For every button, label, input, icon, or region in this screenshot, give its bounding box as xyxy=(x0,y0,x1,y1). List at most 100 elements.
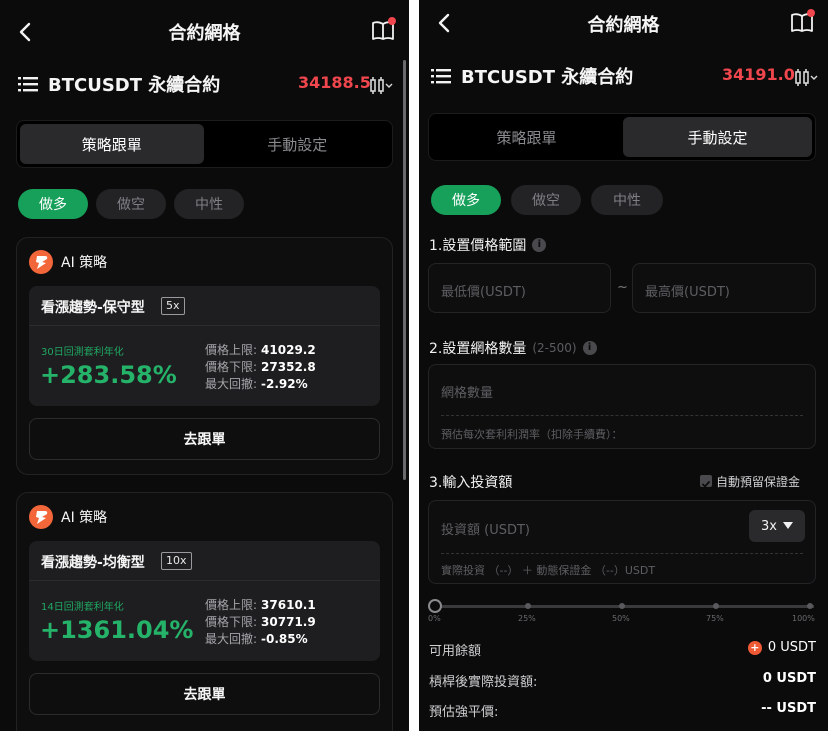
annualized-return: +283.58% xyxy=(40,361,177,389)
chip-neutral[interactable]: 中性 xyxy=(174,189,244,219)
ai-strategy-header: AI 策略 xyxy=(29,250,107,274)
slider-handle[interactable] xyxy=(428,599,442,613)
strategy-summary[interactable]: 看漲趨勢-保守型 5x 30日回測套利年化 +283.58% 價格上限: 4102… xyxy=(29,286,380,406)
slider-stop[interactable] xyxy=(619,603,625,609)
liquidation-price-label: 預估強平價: xyxy=(429,705,499,720)
ai-strategy-header: AI 策略 xyxy=(29,505,107,529)
max-drawdown-value: -0.85% xyxy=(261,632,308,646)
auto-reserve-label[interactable]: 自動預留保證金 xyxy=(716,473,800,490)
investment-input[interactable]: 投資額 (USDT) 3x 實際投資 （--） ＋ 動態保證金 （--）USDT xyxy=(428,500,816,584)
slider-tick-label: 100% xyxy=(792,614,815,623)
available-balance: + 0 USDT xyxy=(747,640,816,655)
divider xyxy=(441,415,803,416)
tab-manual-setup[interactable]: 手動設定 xyxy=(206,124,390,164)
backtest-period: 30日回測套利年化 xyxy=(41,347,124,358)
ai-logo-icon xyxy=(29,505,53,529)
strategy-card: AI 策略 看漲趨勢-保守型 5x 30日回測套利年化 +283.58% 價格上… xyxy=(16,237,393,475)
strategy-summary[interactable]: 看漲趨勢-均衡型 10x 14日回測套利年化 +1361.04% 價格上限: 37… xyxy=(29,541,380,661)
kline-chart-icon[interactable] xyxy=(369,75,393,95)
mode-tabs: 策略跟單 手動設定 xyxy=(16,120,393,168)
follow-button[interactable]: 去跟單 xyxy=(29,673,380,715)
strategy-copy-screen: 合約網格 BTCUSDT 永續合約 34188.5 策略跟單 手動設定 做多 做… xyxy=(0,0,409,731)
slider-stop[interactable] xyxy=(807,603,813,609)
transfer-plus-icon[interactable]: + xyxy=(747,640,762,655)
annualized-return: +1361.04% xyxy=(40,616,194,644)
chip-short[interactable]: 做空 xyxy=(511,185,581,215)
min-price-placeholder: 最低價(USDT) xyxy=(441,285,526,300)
tab-strategy-copy[interactable]: 策略跟單 xyxy=(432,117,621,157)
grid-count-range: (2-500) xyxy=(532,341,577,355)
ai-logo-icon xyxy=(29,250,53,274)
chip-long[interactable]: 做多 xyxy=(431,185,501,215)
max-drawdown-label: 最大回撤: xyxy=(205,377,258,391)
leveraged-investment-row: 槓桿後實際投資額: 0 USDT xyxy=(429,671,816,691)
max-drawdown-value: -2.92% xyxy=(261,377,308,391)
upper-price-label: 價格上限: xyxy=(205,343,258,357)
slider-tick-label: 0% xyxy=(428,614,441,623)
follow-button[interactable]: 去跟單 xyxy=(29,418,380,460)
info-icon[interactable]: i xyxy=(532,238,547,252)
price-range-section-title: 1.設置價格範圍 i xyxy=(429,235,547,255)
page-title: 合約網格 xyxy=(587,15,660,36)
lower-price-label: 價格下限: xyxy=(205,360,258,374)
slider-tick-label: 50% xyxy=(612,614,630,623)
page-title: 合約網格 xyxy=(168,23,241,44)
slider-stop[interactable] xyxy=(713,603,719,609)
lower-price-label: 價格下限: xyxy=(205,615,258,629)
strategy-name: 看漲趨勢-均衡型 xyxy=(41,555,145,571)
top-nav: 合約網格 xyxy=(0,0,409,62)
grid-count-placeholder: 網格數量 xyxy=(441,386,494,401)
tab-manual-setup[interactable]: 手動設定 xyxy=(623,117,812,157)
symbol-bar: BTCUSDT 永續合約 34188.5 xyxy=(0,67,409,103)
leverage-selector[interactable]: 3x xyxy=(749,510,805,542)
top-nav: 合約網格 xyxy=(419,0,828,62)
lower-price-value: 27352.8 xyxy=(261,360,316,374)
chip-long[interactable]: 做多 xyxy=(18,189,88,219)
strategy-stats: 價格上限: 37610.1 價格下限: 30771.9 最大回撤: -0.85% xyxy=(205,597,316,648)
slider-stop[interactable] xyxy=(525,603,531,609)
tab-strategy-copy[interactable]: 策略跟單 xyxy=(20,124,204,164)
last-price: 34188.5 xyxy=(298,73,371,92)
slider-tick-label: 25% xyxy=(518,614,536,623)
grid-count-label: 2.設置網格數量 xyxy=(429,341,527,357)
liquidation-price-row: 預估強平價: -- USDT xyxy=(429,701,816,721)
max-drawdown-label: 最大回撤: xyxy=(205,632,258,646)
max-price-input[interactable]: 最高價(USDT) xyxy=(632,263,816,313)
backtest-period: 14日回測套利年化 xyxy=(41,602,124,613)
kline-chart-icon[interactable] xyxy=(794,67,818,87)
liquidation-price-value: -- USDT xyxy=(761,701,816,716)
leveraged-investment-label: 槓桿後實際投資額: xyxy=(429,675,538,690)
grid-count-input[interactable]: 網格數量 預估每次套利利潤率（扣除手續費）： xyxy=(428,364,816,449)
strategy-name: 看漲趨勢-保守型 xyxy=(41,300,145,316)
caret-down-icon xyxy=(782,522,793,529)
min-price-input[interactable]: 最低價(USDT) xyxy=(428,263,611,313)
mode-tabs: 策略跟單 手動設定 xyxy=(428,113,816,161)
guide-book-icon[interactable] xyxy=(369,16,397,44)
auto-reserve-checkbox[interactable] xyxy=(700,475,712,488)
grid-count-section-title: 2.設置網格數量 (2-500) i xyxy=(429,338,597,358)
profit-rate-estimate: 預估每次套利利潤率（扣除手續費）： xyxy=(441,428,623,441)
symbol-name[interactable]: BTCUSDT 永續合約 xyxy=(461,63,633,89)
leveraged-investment-value: 0 USDT xyxy=(762,671,816,686)
strategy-card: AI 策略 看漲趨勢-均衡型 10x 14日回測套利年化 +1361.04% 價… xyxy=(16,492,393,731)
strategy-header: 看漲趨勢-保守型 5x xyxy=(29,286,380,326)
upper-price-label: 價格上限: xyxy=(205,598,258,612)
available-balance-label: 可用餘額 xyxy=(429,644,482,659)
manual-setup-screen: 合約網格 BTCUSDT 永續合約 34191.0 策略跟單 手動設定 做多 做… xyxy=(419,0,828,731)
last-price: 34191.0 xyxy=(722,65,795,84)
strategy-stats: 價格上限: 41029.2 價格下限: 27352.8 最大回撤: -2.92% xyxy=(205,342,316,393)
chip-neutral[interactable]: 中性 xyxy=(591,185,663,215)
ai-strategy-label: AI 策略 xyxy=(61,255,108,271)
ai-strategy-label: AI 策略 xyxy=(61,510,108,526)
investment-section-title: 3.輸入投資額 xyxy=(429,472,512,492)
guide-book-icon[interactable] xyxy=(788,8,816,36)
strategy-header: 看漲趨勢-均衡型 10x xyxy=(29,541,380,581)
investment-placeholder: 投資額 (USDT) xyxy=(441,523,530,538)
chip-short[interactable]: 做空 xyxy=(96,189,166,219)
symbol-name[interactable]: BTCUSDT 永續合約 xyxy=(48,71,220,97)
info-icon[interactable]: i xyxy=(582,341,597,355)
symbol-menu-icon[interactable] xyxy=(18,75,38,93)
leverage-value: 3x xyxy=(761,518,777,534)
symbol-menu-icon[interactable] xyxy=(431,67,451,85)
scrollbar[interactable] xyxy=(403,60,406,480)
